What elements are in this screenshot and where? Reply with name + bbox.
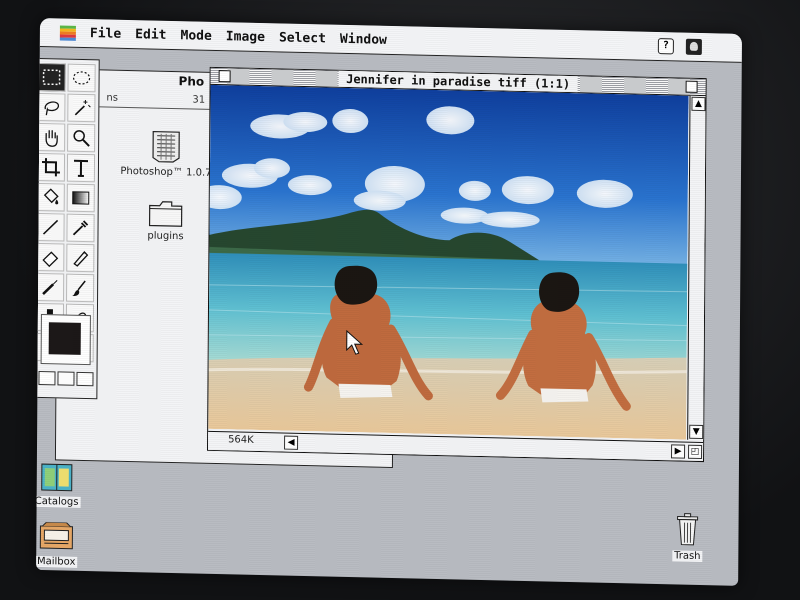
ellipse-marquee-tool[interactable] [67,63,96,93]
menu-file[interactable]: File [90,26,121,42]
magic-wand-tool[interactable] [67,93,96,123]
line-tool[interactable] [36,212,65,242]
paint-bucket-tool[interactable] [36,182,65,212]
photoshop-app-icon [152,130,180,163]
zoom-tool[interactable] [67,123,96,153]
eyedropper-tool[interactable] [66,213,95,243]
mailbox-label: Mailbox [36,555,78,568]
catalogs-icon [41,463,73,492]
plugins-folder-label: plugins [147,230,184,243]
catalogs-desktop-icon[interactable]: Catalogs [36,462,87,508]
resize-box-icon[interactable]: ◰ [688,444,703,460]
close-box-icon[interactable] [218,70,231,83]
menu-edit[interactable]: Edit [135,27,166,43]
document-window[interactable]: Jennifer in paradise tiff (1:1) ▲ ▼ 564K… [207,66,707,463]
mac-screen: File Edit Mode Image Select Window ? Pho… [36,18,742,586]
standard-screen-mode-button[interactable] [38,370,56,386]
folder-icon [148,201,183,227]
document-image[interactable] [208,84,689,440]
finder-info-label: ns [106,92,119,104]
trash-label: Trash [672,550,703,563]
menu-image[interactable]: Image [226,29,265,45]
mailbox-desktop-icon[interactable]: Mailbox [36,521,86,568]
help-icon[interactable]: ? [657,38,674,55]
marquee-tool[interactable] [37,62,66,92]
trash-desktop-icon[interactable]: Trash [662,512,712,563]
menu-window[interactable]: Window [340,31,387,47]
type-tool[interactable] [66,153,96,183]
eraser-tool[interactable] [36,242,65,272]
catalogs-label: Catalogs [36,495,81,508]
scroll-up-arrow-icon[interactable]: ▲ [691,96,706,112]
color-swatch-box[interactable] [40,314,91,366]
foreground-color-swatch[interactable] [48,322,81,355]
menu-mode[interactable]: Mode [180,28,211,44]
lasso-tool[interactable] [37,92,66,122]
vertical-scrollbar[interactable]: ▲ ▼ [687,95,706,441]
tool-palette [36,57,100,400]
airbrush-tool[interactable] [36,272,65,302]
photoshop-app-label: Photoshop™ 1.0.7 [120,165,212,179]
gradient-tool[interactable] [66,183,95,213]
finder-item-count: 31 [192,94,206,106]
trash-icon [677,513,699,546]
beach-photo [208,84,689,440]
pencil-tool[interactable] [66,243,95,273]
full-screen-menu-mode-button[interactable] [57,371,75,386]
photoshop-app-item[interactable]: Photoshop™ 1.0.7 [116,127,216,179]
document-size-readout[interactable]: 564K [228,434,254,446]
full-screen-mode-button[interactable] [76,371,94,387]
plugins-folder-item[interactable]: plugins [135,199,195,242]
hand-tool[interactable] [37,122,66,152]
scroll-down-arrow-icon[interactable]: ▼ [689,424,704,440]
mailbox-icon [39,521,73,550]
scroll-left-arrow-icon[interactable]: ◀ [284,435,299,450]
screen-mode-buttons [38,370,94,387]
scroll-right-arrow-icon[interactable]: ▶ [671,444,686,459]
apple-menu-icon[interactable] [59,24,76,41]
zoom-box-icon[interactable] [685,80,698,93]
menu-select[interactable]: Select [279,30,326,46]
crop-tool[interactable] [36,152,66,182]
paintbrush-tool[interactable] [66,273,95,303]
finder-window-title: Pho [178,74,205,89]
application-menu-icon[interactable] [685,38,702,56]
